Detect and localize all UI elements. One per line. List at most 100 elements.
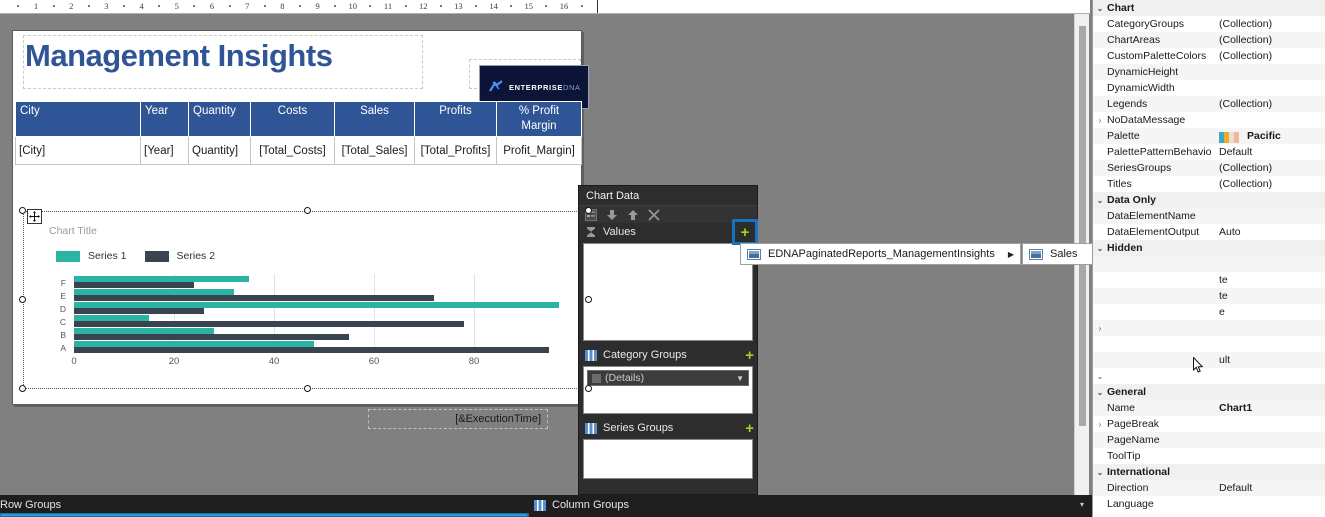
properties-panel[interactable]: ⌄ Chart CategoryGroups (Collection) ChartAre… [1092,0,1325,517]
resize-handle-s[interactable] [304,385,311,392]
report-design-canvas[interactable]: Management Insights ENTERPRISEDNA City Y… [12,30,592,429]
chart-title[interactable]: Chart Title [49,225,97,237]
category-groups-add-button[interactable]: + [745,348,754,363]
property-row-dynamicwidth[interactable]: DynamicWidth [1093,80,1325,96]
design-scrollbar-thumb[interactable] [1079,26,1086,426]
row-groups-selected-item[interactable] [0,513,528,517]
property-row-chartareas[interactable]: ChartAreas (Collection) [1093,32,1325,48]
table-cell-quantity[interactable]: Quantity] [188,136,251,165]
property-value[interactable]: e [1219,306,1325,318]
table-cell-profits[interactable]: [Total_Profits] [414,136,497,165]
table-header-profits[interactable]: Profits [414,101,497,137]
dataset-context-menu-item[interactable]: EDNAPaginatedReports_ManagementInsights … [740,243,1021,265]
property-row-dataelementoutput[interactable]: DataElementOutput Auto [1093,224,1325,240]
property-group-chart[interactable]: ⌄ Chart [1093,0,1325,16]
table-cell-profit-margin[interactable]: Profit_Margin] [496,136,582,165]
resize-handle-ne[interactable] [585,207,592,214]
property-value[interactable]: Auto [1219,226,1325,238]
property-group-general[interactable]: ⌄ General [1093,384,1325,400]
property-value[interactable]: (Collection) [1219,98,1325,110]
property-row-palette[interactable]: Palette Pacific [1093,128,1325,144]
chevron-right-icon[interactable]: › [1093,116,1107,125]
resize-handle-e[interactable] [585,296,592,303]
chevron-down-icon[interactable]: ⌄ [1093,4,1107,13]
property-value[interactable]: (Collection) [1219,162,1325,174]
property-row[interactable]: te [1093,272,1325,288]
chevron-down-icon[interactable]: ⌄ [1093,244,1107,253]
chevron-down-icon[interactable]: ▼ [736,374,744,383]
property-row-direction[interactable]: Direction Default [1093,480,1325,496]
property-row-tooltip[interactable]: ToolTip [1093,448,1325,464]
property-row[interactable]: te [1093,288,1325,304]
property-row-pagename[interactable]: PageName [1093,432,1325,448]
resize-handle-sw[interactable] [19,385,26,392]
values-add-button[interactable]: + [741,225,750,240]
chevron-down-icon[interactable]: ⌄ [1093,196,1107,205]
resize-handle-w[interactable] [19,296,26,303]
values-add-button-highlight[interactable]: + [732,219,758,245]
table-cell-costs[interactable]: [Total_Costs] [250,136,335,165]
category-group-details-item[interactable]: (Details) ▼ [587,370,749,386]
property-row-nodatamessage[interactable]: › NoDataMessage [1093,112,1325,128]
table-cell-city[interactable]: [City] [15,136,141,165]
property-row-titles[interactable]: Titles (Collection) [1093,176,1325,192]
delete-icon[interactable] [648,208,660,221]
move-down-icon[interactable] [606,209,618,221]
property-row-custompalettecolors[interactable]: CustomPaletteColors (Collection) [1093,48,1325,64]
property-value[interactable]: Chart1 [1219,402,1325,414]
chart-selection-outline[interactable]: Chart Title Series 1 Series 2 F E D C B A 0 20 40… [23,211,589,389]
property-row[interactable]: ⌄ [1093,368,1325,384]
chart-move-handle[interactable] [27,209,42,224]
series-groups-add-button[interactable]: + [745,421,754,436]
values-list[interactable] [583,243,753,341]
property-row[interactable]: › [1093,320,1325,336]
table-header-quantity[interactable]: Quantity [188,101,251,137]
category-groups-list[interactable]: (Details) ▼ [583,366,753,414]
property-row[interactable] [1093,336,1325,352]
grouping-pane-caret-icon[interactable]: ▾ [1080,500,1084,509]
move-up-icon[interactable] [627,209,639,221]
chart-legend[interactable]: Series 1 Series 2 [56,250,225,262]
chevron-down-icon[interactable]: ⌄ [1093,468,1107,477]
property-value[interactable]: (Collection) [1219,178,1325,190]
property-row-categorygroups[interactable]: CategoryGroups (Collection) [1093,16,1325,32]
property-row[interactable]: e [1093,304,1325,320]
chevron-right-icon[interactable]: ⌄ [1093,372,1107,381]
property-row-dataelementname[interactable]: DataElementName [1093,208,1325,224]
property-value[interactable]: te [1219,290,1325,302]
property-group-international[interactable]: ⌄ International [1093,464,1325,480]
table-cell-year[interactable]: [Year] [140,136,189,165]
chevron-down-icon[interactable]: ⌄ [1093,388,1107,397]
resize-handle-nw[interactable] [19,207,26,214]
tablix-table[interactable]: City Year Quantity Costs Sales Profits %… [15,101,582,165]
execution-time-textbox[interactable]: [&ExecutionTime] [368,409,548,429]
property-row-language[interactable]: Language [1093,496,1325,512]
resize-handle-se[interactable] [585,385,592,392]
property-value[interactable]: Default [1219,146,1325,158]
resize-handle-n[interactable] [304,207,311,214]
property-value[interactable]: (Collection) [1219,34,1325,46]
property-row[interactable]: ult [1093,352,1325,368]
table-header-sales[interactable]: Sales [334,101,415,137]
horizontal-ruler[interactable]: 1 2 3 4 5 6 7 8 9 10 11 12 13 14 15 16 [0,0,1090,14]
table-header-costs[interactable]: Costs [250,101,335,137]
property-row[interactable] [1093,256,1325,272]
property-row-dynamicheight[interactable]: DynamicHeight [1093,64,1325,80]
property-value[interactable]: (Collection) [1219,18,1325,30]
table-cell-sales[interactable]: [Total_Sales] [334,136,415,165]
property-value[interactable]: (Collection) [1219,50,1325,62]
property-row-palettepatternbehavio[interactable]: PalettePatternBehavio Default [1093,144,1325,160]
property-row-pagebreak[interactable]: › PageBreak [1093,416,1325,432]
property-value[interactable]: Pacific [1219,130,1325,143]
series-groups-list[interactable] [583,439,753,479]
property-row-seriesgroups[interactable]: SeriesGroups (Collection) [1093,160,1325,176]
chevron-right-icon[interactable]: › [1093,324,1107,333]
table-header-year[interactable]: Year [140,101,189,137]
property-group-data-only[interactable]: ⌄ Data Only [1093,192,1325,208]
chevron-right-icon[interactable]: › [1093,420,1107,429]
property-value[interactable]: ult [1219,354,1325,366]
chart-region[interactable]: Chart Title Series 1 Series 2 F E D C B A 0 20 40… [19,207,592,392]
table-header-city[interactable]: City [15,101,141,137]
property-group-hidden[interactable]: ⌄ Hidden [1093,240,1325,256]
table-header-profit-margin[interactable]: % Profit Margin [496,101,582,137]
